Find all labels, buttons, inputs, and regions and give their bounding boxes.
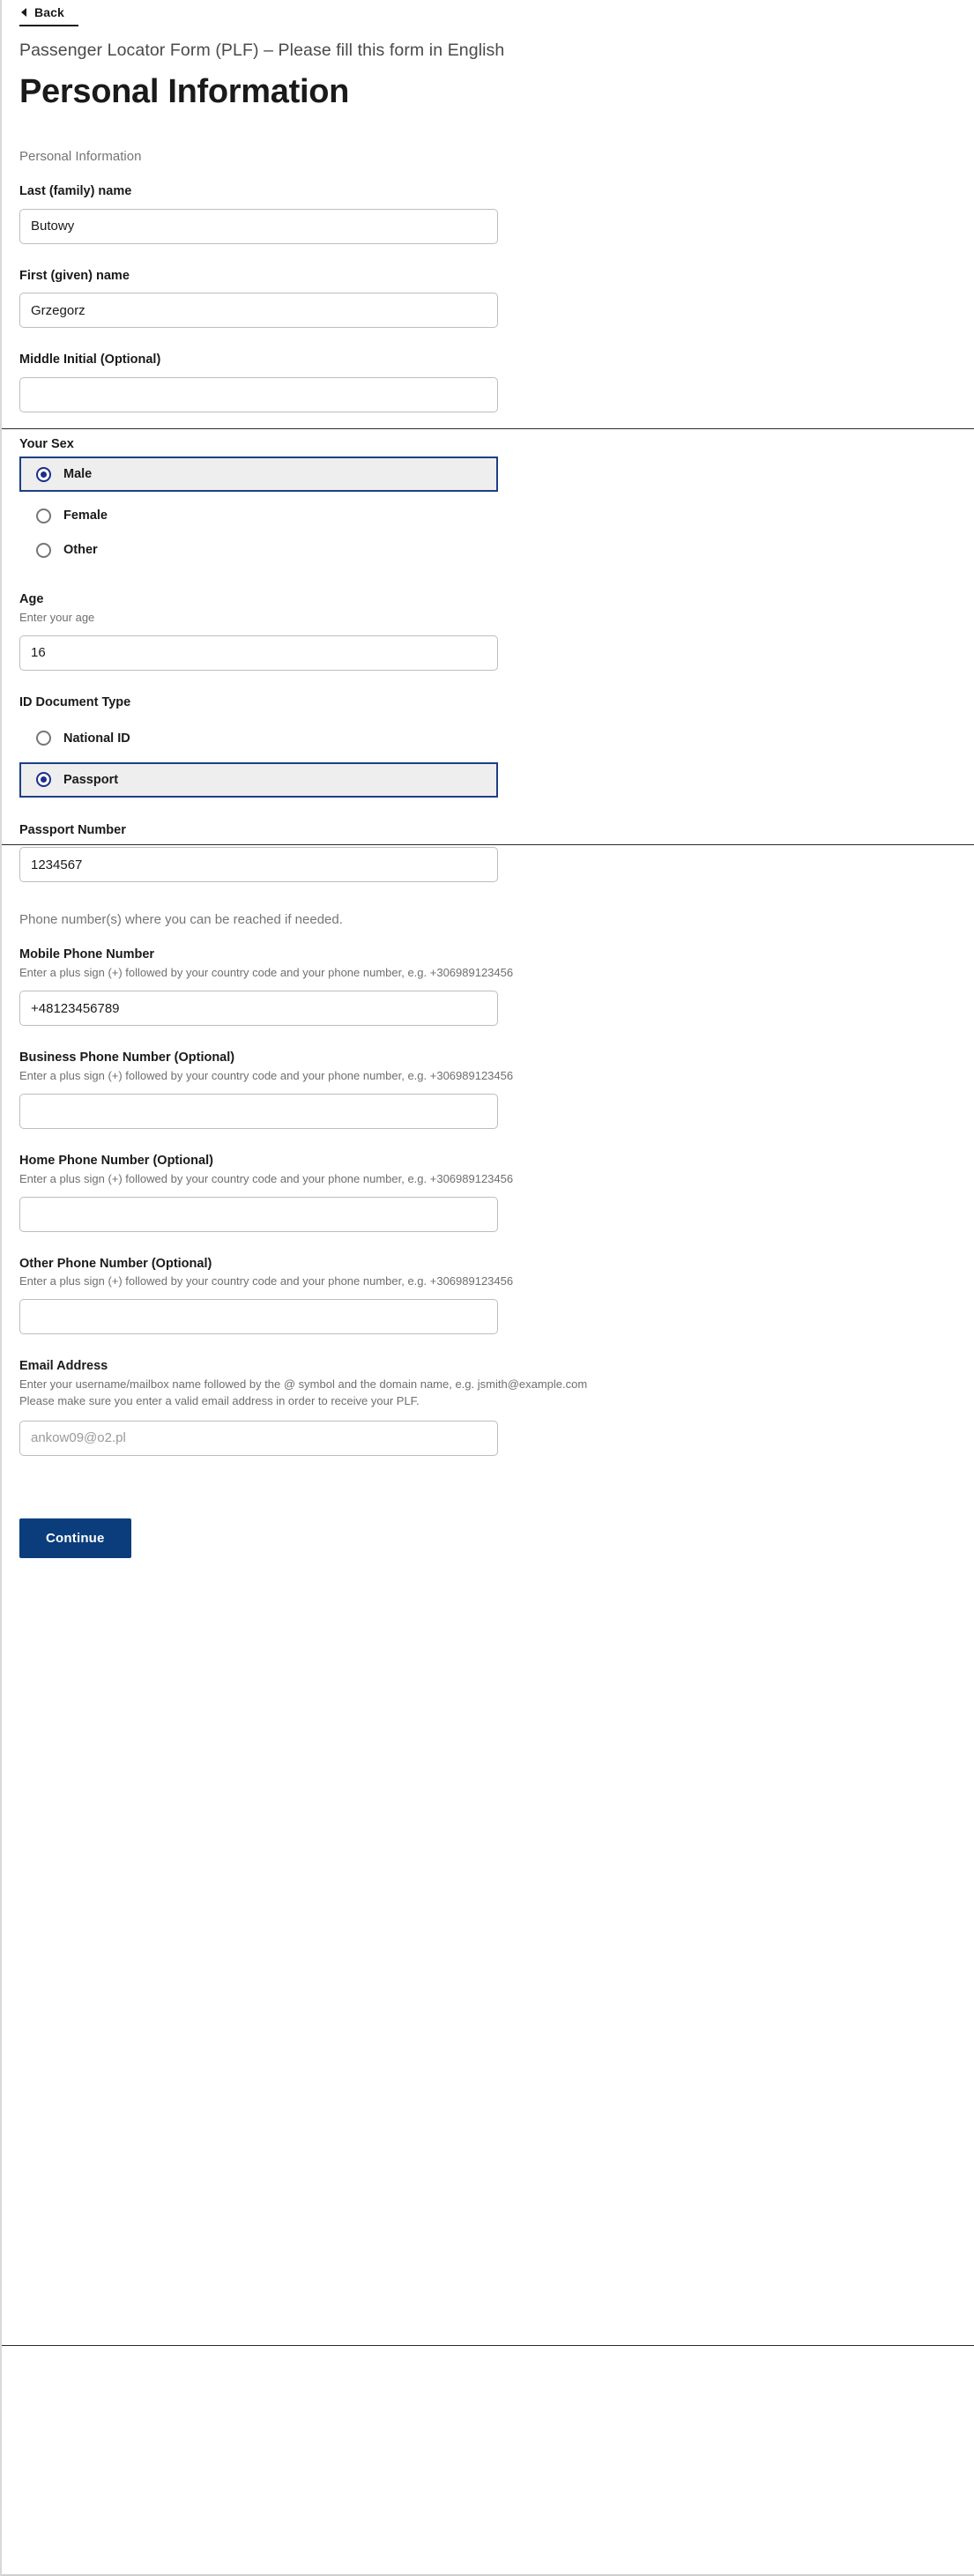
middle-initial-label: Middle Initial (Optional) [19, 353, 161, 367]
phone-section-intro: Phone number(s) where you can be reached… [19, 912, 343, 928]
id-document-option-passport[interactable]: Passport [19, 761, 498, 798]
age-label: Age [19, 592, 44, 607]
field-id-document-type: ID Document Type National ID Passport [19, 694, 956, 798]
sex-option-other[interactable]: Other [19, 533, 498, 567]
first-name-label: First (given) name [19, 268, 130, 283]
sex-option-female[interactable]: Female [19, 499, 498, 532]
field-home-phone: Home Phone Number (Optional) Enter a plu… [19, 1153, 956, 1232]
id-document-option-national-id[interactable]: National ID [19, 722, 498, 755]
plf-personal-information-page: Back Passenger Locator Form (PLF) – Plea… [0, 0, 974, 2576]
business-phone-input[interactable] [19, 1093, 498, 1129]
first-name-input[interactable] [19, 293, 498, 329]
field-passport-number: Passport Number [19, 822, 956, 883]
radio-unselected-icon [36, 508, 51, 523]
email-address-label: Email Address [19, 1359, 108, 1374]
field-business-phone: Business Phone Number (Optional) Enter a… [19, 1050, 956, 1129]
back-button-label: Back [34, 5, 64, 19]
field-first-name: First (given) name [19, 268, 956, 329]
id-document-type-radio-group: National ID Passport [19, 722, 956, 798]
sex-label: Your Sex [19, 437, 74, 452]
field-mobile-phone: Mobile Phone Number Enter a plus sign (+… [19, 947, 956, 1027]
back-navigation: Back [2, 0, 974, 26]
radio-unselected-icon [36, 542, 51, 558]
sex-option-male[interactable]: Male [19, 457, 498, 493]
field-last-name: Last (family) name [19, 183, 956, 244]
form-subtitle: Passenger Locator Form (PLF) – Please fi… [19, 41, 505, 60]
email-hint-line-1: Enter your username/mailbox name followe… [19, 1377, 588, 1392]
passport-number-input[interactable] [19, 847, 498, 883]
home-phone-hint: Enter a plus sign (+) followed by your c… [19, 1171, 514, 1185]
passport-number-label: Passport Number [19, 822, 126, 837]
sex-option-other-label: Other [63, 543, 98, 558]
middle-initial-input[interactable] [19, 377, 498, 413]
id-document-type-label: ID Document Type [19, 694, 131, 709]
other-phone-input[interactable] [19, 1299, 498, 1335]
last-name-input[interactable] [19, 208, 498, 244]
mobile-phone-input[interactable] [19, 991, 498, 1027]
section-legend: Personal Information [19, 148, 142, 164]
radio-unselected-icon [36, 731, 51, 746]
page-title: Personal Information [19, 73, 350, 110]
screenshot-seam-line [2, 2345, 974, 2346]
id-document-option-passport-label: Passport [63, 772, 119, 787]
last-name-label: Last (family) name [19, 183, 132, 198]
home-phone-input[interactable] [19, 1196, 498, 1232]
other-phone-label: Other Phone Number (Optional) [19, 1256, 212, 1271]
back-button[interactable]: Back [19, 5, 78, 26]
arrow-left-icon [21, 8, 26, 17]
personal-information-form: Personal Information Last (family) name … [2, 149, 974, 1588]
field-sex: Your Sex Male Female Other [19, 436, 956, 567]
continue-button[interactable]: Continue [19, 1518, 131, 1558]
business-phone-label: Business Phone Number (Optional) [19, 1050, 235, 1065]
home-phone-label: Home Phone Number (Optional) [19, 1153, 213, 1168]
field-middle-initial: Middle Initial (Optional) [19, 352, 956, 413]
business-phone-hint: Enter a plus sign (+) followed by your c… [19, 1068, 514, 1082]
field-other-phone: Other Phone Number (Optional) Enter a pl… [19, 1256, 956, 1335]
email-address-input[interactable] [19, 1420, 498, 1456]
field-age: Age Enter your age [19, 591, 956, 671]
mobile-phone-label: Mobile Phone Number [19, 947, 155, 962]
sex-option-female-label: Female [63, 509, 108, 523]
sex-radio-group: Male Female Other [19, 457, 956, 567]
age-hint: Enter your age [19, 610, 95, 624]
age-input[interactable] [19, 635, 498, 671]
radio-selected-icon [36, 466, 51, 482]
id-document-option-national-id-label: National ID [63, 731, 130, 746]
field-email-address: Email Address Enter your username/mailbo… [19, 1358, 956, 1456]
other-phone-hint: Enter a plus sign (+) followed by your c… [19, 1274, 514, 1288]
mobile-phone-hint: Enter a plus sign (+) followed by your c… [19, 966, 514, 980]
sex-option-male-label: Male [63, 467, 93, 482]
email-hint-line-2: Please make sure you enter a valid email… [19, 1393, 420, 1407]
radio-selected-icon [36, 772, 51, 788]
